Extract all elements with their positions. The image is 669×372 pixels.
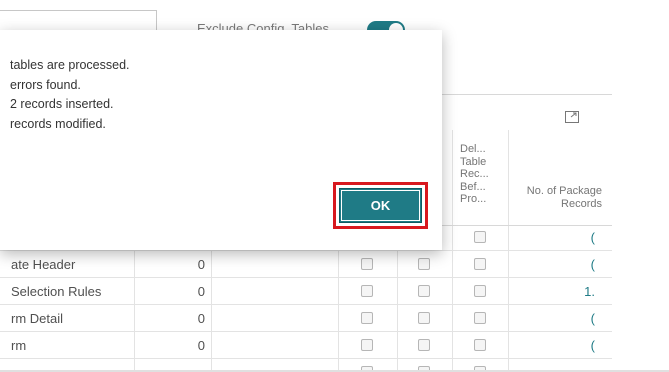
- row-table-name: ate Header: [11, 257, 76, 272]
- checkbox[interactable]: [418, 285, 430, 297]
- table-row[interactable]: rm 0 (: [0, 332, 612, 359]
- table-row[interactable]: ate Header 0 (: [0, 251, 612, 278]
- checkbox[interactable]: [418, 339, 430, 351]
- row-count: 0: [197, 311, 205, 326]
- checkbox[interactable]: [361, 258, 373, 270]
- row-count: 0: [197, 284, 205, 299]
- checkbox[interactable]: [474, 339, 486, 351]
- column-header-no-of-package-records[interactable]: No. of Package Records: [510, 185, 602, 211]
- dialog-message-line: 2 records inserted.: [10, 97, 114, 111]
- row-count: 0: [197, 257, 205, 272]
- row-package-records[interactable]: (: [520, 230, 595, 245]
- ok-button-highlight: OK: [333, 182, 428, 229]
- row-package-records[interactable]: 1.: [520, 284, 595, 299]
- row-table-name: Selection Rules: [11, 284, 102, 299]
- row-count: 0: [197, 338, 205, 353]
- row-table-name: rm Detail: [11, 311, 64, 326]
- checkbox[interactable]: [361, 312, 373, 324]
- checkbox[interactable]: [474, 285, 486, 297]
- checkbox[interactable]: [361, 285, 373, 297]
- row-table-name: rm: [11, 338, 27, 353]
- import-result-dialog: tables are processed. errors found. 2 re…: [0, 30, 442, 250]
- table-row[interactable]: rm Detail 0 (: [0, 305, 612, 332]
- ok-button[interactable]: OK: [339, 188, 422, 223]
- dialog-message-line: tables are processed.: [10, 58, 130, 72]
- checkbox[interactable]: [474, 258, 486, 270]
- checkbox[interactable]: [418, 312, 430, 324]
- checkbox[interactable]: [474, 231, 486, 243]
- checkbox[interactable]: [474, 312, 486, 324]
- dialog-message-line: errors found.: [10, 78, 81, 92]
- row-package-records[interactable]: (: [520, 311, 595, 326]
- checkbox[interactable]: [361, 339, 373, 351]
- table-row[interactable]: Selection Rules 0 1.: [0, 278, 612, 305]
- column-header-delete-table-records[interactable]: Del... Table Rec... Bef... Pro...: [460, 143, 500, 206]
- expand-icon[interactable]: [565, 110, 579, 128]
- row-package-records[interactable]: (: [520, 257, 595, 272]
- row-package-records[interactable]: (: [520, 338, 595, 353]
- dialog-message-line: records modified.: [10, 117, 106, 131]
- checkbox[interactable]: [418, 258, 430, 270]
